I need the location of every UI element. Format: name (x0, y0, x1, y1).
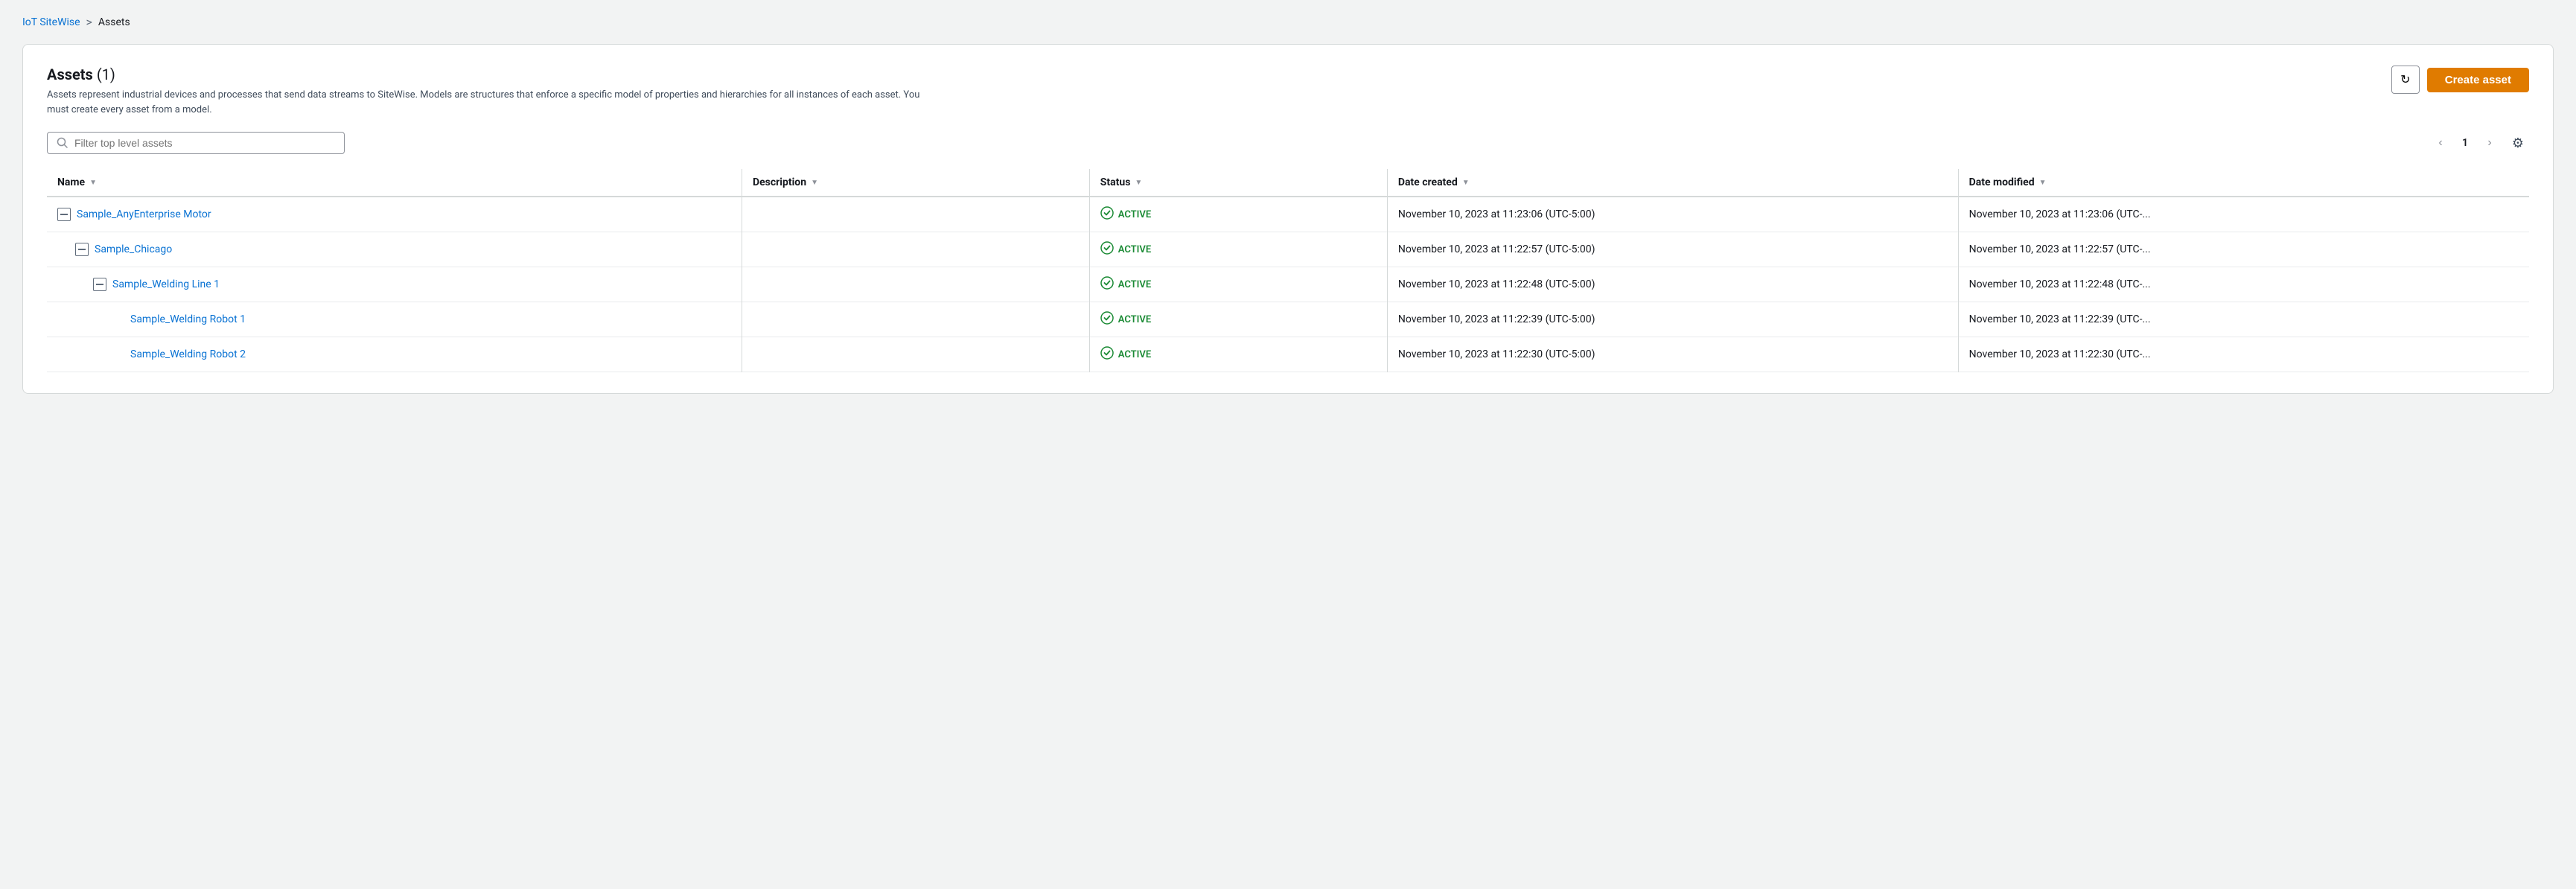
table-row: Sample_Welding Robot 1 ACTIVE November 10,… (47, 302, 2529, 337)
active-status-icon (1100, 346, 1114, 363)
col-header-date-modified: Date modified ▼ (1958, 169, 2529, 197)
create-asset-button[interactable]: Create asset (2427, 68, 2529, 92)
card-description: Assets represent industrial devices and … (47, 88, 940, 117)
cell-name: Sample_AnyEnterprise Motor (47, 197, 742, 232)
cell-date-modified: November 10, 2023 at 11:22:48 (UTC-... (1958, 267, 2529, 302)
asset-name-link[interactable]: Sample_AnyEnterprise Motor (77, 208, 211, 220)
table-row: Sample_AnyEnterprise Motor ACTIVE November… (47, 197, 2529, 232)
active-status-icon (1100, 241, 1114, 258)
expand-icon[interactable] (93, 278, 106, 291)
cell-date-modified: November 10, 2023 at 11:22:57 (UTC-... (1958, 232, 2529, 267)
assets-card: Assets (1) Assets represent industrial d… (22, 44, 2554, 394)
pagination-controls: ‹ 1 › ⚙ (2429, 132, 2529, 154)
pagination-current: 1 (2458, 137, 2473, 149)
expand-icon[interactable] (57, 208, 71, 221)
status-label: ACTIVE (1118, 349, 1151, 360)
cell-name: Sample_Welding Line 1 (47, 267, 742, 302)
status-label: ACTIVE (1118, 244, 1151, 255)
asset-name-link[interactable]: Sample_Chicago (95, 243, 172, 255)
cell-description (742, 302, 1090, 337)
cell-name: Sample_Chicago (47, 232, 742, 267)
table-row: Sample_Chicago ACTIVE November 10, 2023 at… (47, 232, 2529, 267)
search-box (47, 132, 345, 154)
sort-icon-name[interactable]: ▼ (89, 179, 97, 187)
header-actions: ↻ Create asset (2391, 66, 2529, 94)
cell-date-created: November 10, 2023 at 11:23:06 (UTC-5:00) (1387, 197, 1958, 232)
filter-row: ‹ 1 › ⚙ (47, 132, 2529, 154)
cell-status: ACTIVE (1089, 232, 1387, 267)
cell-date-modified: November 10, 2023 at 11:22:30 (UTC-... (1958, 337, 2529, 372)
status-label: ACTIVE (1118, 279, 1151, 290)
active-status-icon (1100, 311, 1114, 328)
cell-description (742, 337, 1090, 372)
breadcrumb-parent-link[interactable]: IoT SiteWise (22, 16, 80, 28)
cell-description (742, 197, 1090, 232)
cell-status: ACTIVE (1089, 197, 1387, 232)
table-row: Sample_Welding Robot 2 ACTIVE November 10,… (47, 337, 2529, 372)
cell-description (742, 267, 1090, 302)
col-header-description: Description ▼ (742, 169, 1090, 197)
refresh-button[interactable]: ↻ (2391, 66, 2420, 94)
active-status-icon (1100, 276, 1114, 293)
cell-status: ACTIVE (1089, 267, 1387, 302)
active-status-icon (1100, 206, 1114, 223)
cell-description (742, 232, 1090, 267)
cell-date-created: November 10, 2023 at 11:22:57 (UTC-5:00) (1387, 232, 1958, 267)
card-title: Assets (1) (47, 66, 940, 83)
assets-count: (1) (97, 66, 115, 83)
cell-name: Sample_Welding Robot 2 (47, 337, 742, 372)
status-label: ACTIVE (1118, 209, 1151, 220)
search-icon (57, 137, 68, 149)
asset-name-link[interactable]: Sample_Welding Robot 1 (130, 313, 246, 325)
sort-icon-status[interactable]: ▼ (1135, 179, 1142, 187)
asset-name-link[interactable]: Sample_Welding Robot 2 (130, 348, 246, 360)
pagination-prev-button[interactable]: ‹ (2429, 132, 2452, 154)
pagination-next-button[interactable]: › (2478, 132, 2501, 154)
table-settings-button[interactable]: ⚙ (2507, 132, 2529, 154)
expand-icon[interactable] (75, 243, 89, 256)
table-body: Sample_AnyEnterprise Motor ACTIVE November… (47, 197, 2529, 372)
sort-icon-desc[interactable]: ▼ (811, 179, 818, 187)
assets-table: Name ▼ Description ▼ Status ▼ (47, 169, 2529, 372)
breadcrumb: IoT SiteWise > Assets (22, 15, 2554, 29)
sort-icon-created[interactable]: ▼ (1462, 179, 1470, 187)
col-header-status: Status ▼ (1089, 169, 1387, 197)
cell-name: Sample_Welding Robot 1 (47, 302, 742, 337)
search-input[interactable] (74, 137, 335, 149)
table-row: Sample_Welding Line 1 ACTIVE November 10, … (47, 267, 2529, 302)
card-header: Assets (1) Assets represent industrial d… (47, 66, 2529, 117)
cell-date-modified: November 10, 2023 at 11:23:06 (UTC-... (1958, 197, 2529, 232)
asset-name-link[interactable]: Sample_Welding Line 1 (112, 278, 220, 290)
table-header: Name ▼ Description ▼ Status ▼ (47, 169, 2529, 197)
col-header-name: Name ▼ (47, 169, 742, 197)
cell-date-modified: November 10, 2023 at 11:22:39 (UTC-... (1958, 302, 2529, 337)
cell-date-created: November 10, 2023 at 11:22:39 (UTC-5:00) (1387, 302, 1958, 337)
sort-icon-modified[interactable]: ▼ (2039, 179, 2047, 187)
cell-status: ACTIVE (1089, 302, 1387, 337)
status-label: ACTIVE (1118, 314, 1151, 325)
cell-status: ACTIVE (1089, 337, 1387, 372)
col-header-date-created: Date created ▼ (1387, 169, 1958, 197)
cell-date-created: November 10, 2023 at 11:22:48 (UTC-5:00) (1387, 267, 1958, 302)
card-title-area: Assets (1) Assets represent industrial d… (47, 66, 940, 117)
breadcrumb-separator: > (86, 15, 92, 29)
cell-date-created: November 10, 2023 at 11:22:30 (UTC-5:00) (1387, 337, 1958, 372)
breadcrumb-current: Assets (98, 16, 130, 28)
